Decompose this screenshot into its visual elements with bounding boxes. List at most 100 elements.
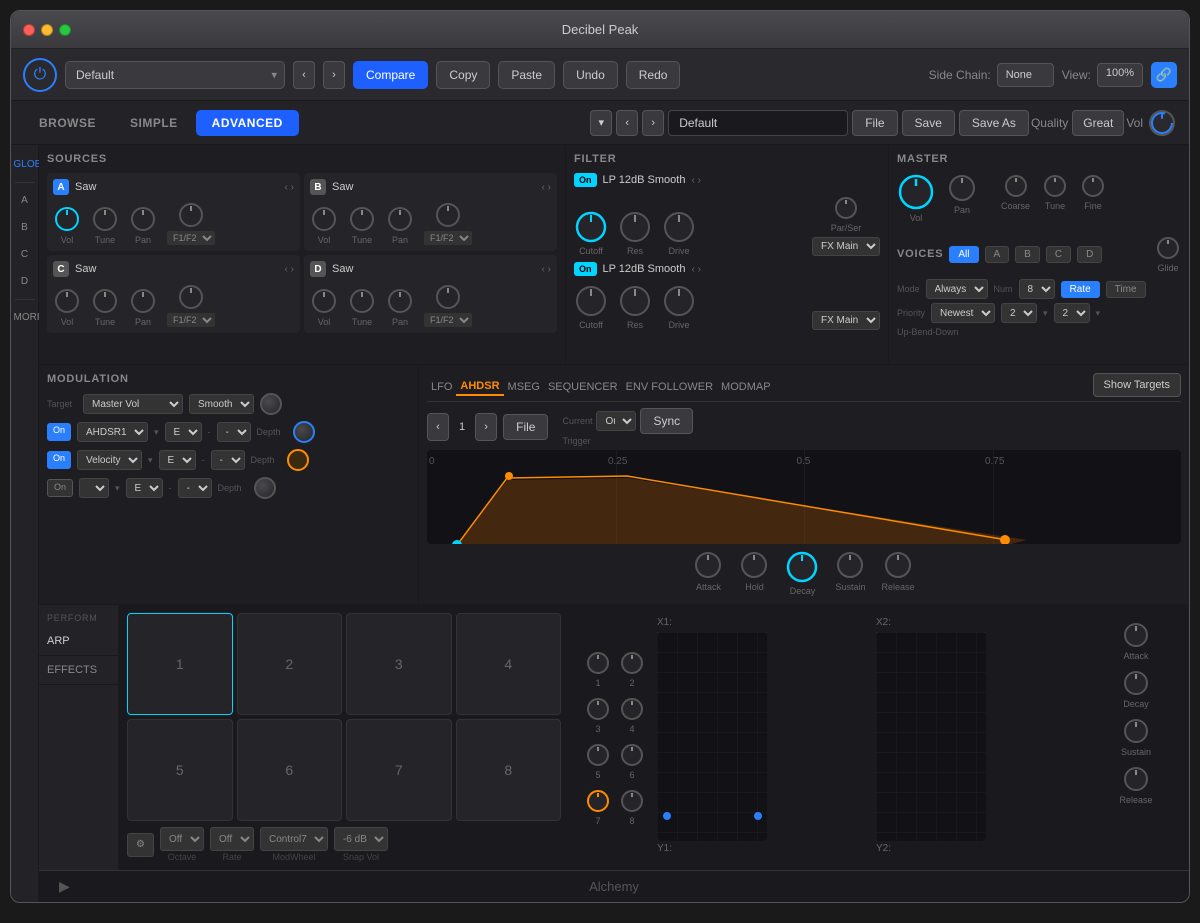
hold-knob[interactable] — [739, 550, 769, 580]
xy-pad-x1-pad[interactable] — [657, 632, 767, 841]
priority-select[interactable]: Newest — [931, 303, 995, 323]
filter2-drive-knob[interactable] — [662, 284, 696, 318]
mod1-depth-knob[interactable] — [293, 421, 315, 443]
filter1-nav[interactable]: ‹ › — [691, 175, 700, 186]
source-a-pan-knob[interactable] — [129, 205, 157, 233]
master-pan-knob[interactable] — [947, 173, 977, 203]
filter1-parser-knob[interactable] — [833, 195, 859, 221]
source-b-f1f2-knob[interactable] — [434, 201, 462, 229]
mod1-on-btn[interactable]: On — [47, 423, 71, 441]
mod2-on-btn[interactable]: On — [47, 451, 71, 469]
source-b-pan-knob[interactable] — [386, 205, 414, 233]
save-as-button[interactable]: Save As — [959, 110, 1029, 136]
source-a-tune-knob[interactable] — [91, 205, 119, 233]
mod2-extra-select[interactable]: - — [211, 450, 245, 470]
filter1-on-btn[interactable]: On — [574, 173, 597, 187]
mod3-extra-select[interactable]: - — [178, 478, 212, 498]
xy-sustain-knob[interactable] — [1122, 717, 1150, 745]
mseg-tab[interactable]: MSEG — [504, 379, 544, 395]
source-a-vol-knob[interactable] — [53, 205, 81, 233]
mod3-depth-knob[interactable] — [254, 477, 276, 499]
lfo-prev-btn[interactable]: ‹ — [427, 413, 449, 441]
source-b-tune-knob[interactable] — [348, 205, 376, 233]
sequencer-tab[interactable]: SEQUENCER — [544, 379, 622, 395]
ahdsr-tab[interactable]: AHDSR — [456, 378, 503, 396]
release-knob[interactable] — [883, 550, 913, 580]
mod3-mod-select[interactable]: E — [126, 478, 163, 498]
sync-btn[interactable]: Sync — [640, 408, 693, 434]
pad-3[interactable]: 3 — [346, 613, 452, 715]
mod3-source-select[interactable] — [79, 478, 109, 498]
voice-c-btn[interactable]: C — [1046, 246, 1071, 263]
sidechain-select[interactable]: None — [997, 63, 1054, 87]
source-d-f1f2-knob[interactable] — [434, 283, 462, 311]
filter2-fx-select[interactable]: FX Main — [812, 311, 880, 330]
source-c-f1f2-knob[interactable] — [177, 283, 205, 311]
octave-select[interactable]: Off — [160, 827, 204, 851]
smooth-select[interactable]: Smooth — [189, 394, 254, 414]
sidebar-a[interactable]: A — [12, 189, 38, 212]
xy-decay-knob[interactable] — [1122, 669, 1150, 697]
rate-select[interactable]: Off — [210, 827, 254, 851]
pad-4[interactable]: 4 — [456, 613, 562, 715]
undo-button[interactable]: Undo — [563, 61, 618, 89]
advanced-btn[interactable]: ADVANCED — [196, 110, 299, 136]
env-follower-tab[interactable]: ENV FOLLOWER — [622, 379, 717, 395]
modmap-tab[interactable]: MODMAP — [717, 379, 775, 395]
glide-knob[interactable] — [1155, 235, 1181, 261]
filter2-on-btn[interactable]: On — [574, 262, 597, 276]
sidebar-b[interactable]: B — [12, 216, 38, 239]
master-vol-knob[interactable] — [897, 173, 935, 211]
power-button[interactable]: ⏻ — [23, 58, 57, 92]
source-a-f1f2-select[interactable]: F1/F2 — [167, 231, 215, 245]
sustain-knob[interactable] — [835, 550, 865, 580]
xy-k8[interactable] — [619, 788, 645, 814]
pad-6[interactable]: 6 — [237, 719, 343, 821]
voice-all-btn[interactable]: All — [949, 246, 978, 263]
maximize-btn[interactable] — [59, 24, 71, 36]
source-d-vol-knob[interactable] — [310, 287, 338, 315]
link-button[interactable]: 🔗 — [1151, 62, 1177, 88]
num-select[interactable]: 8 — [1019, 279, 1055, 299]
save-button[interactable]: Save — [902, 110, 955, 136]
source-d-tune-knob[interactable] — [348, 287, 376, 315]
xy-k5[interactable] — [585, 742, 611, 768]
sidebar-d[interactable]: D — [12, 270, 38, 293]
source-a-f1f2-knob[interactable] — [177, 201, 205, 229]
lfo-next-btn[interactable]: › — [475, 413, 497, 441]
preset-next-button[interactable]: › — [323, 61, 345, 89]
pad-5[interactable]: 5 — [127, 719, 233, 821]
modwheel-select[interactable]: Control7 — [260, 827, 328, 851]
attack-knob[interactable] — [693, 550, 723, 580]
target-select[interactable]: Master Vol — [83, 394, 183, 414]
mod1-extra-select[interactable]: - — [217, 422, 251, 442]
preset-nav-next[interactable]: › — [642, 110, 664, 136]
filter2-res-knob[interactable] — [618, 284, 652, 318]
source-d-nav[interactable]: ‹ › — [542, 264, 551, 275]
xy-pad-x2-pad[interactable] — [876, 632, 986, 841]
xy-k4[interactable] — [619, 696, 645, 722]
mod1-source-select[interactable]: AHDSR1 — [77, 422, 148, 442]
filter2-cutoff-knob[interactable] — [574, 284, 608, 318]
mod2-mod-select[interactable]: E — [159, 450, 196, 470]
quality-button[interactable]: Great — [1072, 110, 1124, 136]
preset-prev-button[interactable]: ‹ — [293, 61, 315, 89]
source-b-nav[interactable]: ‹ › — [542, 182, 551, 193]
redo-button[interactable]: Redo — [626, 61, 681, 89]
xy-k1[interactable] — [585, 650, 611, 676]
source-d-pan-knob[interactable] — [386, 287, 414, 315]
file-button[interactable]: File — [852, 110, 897, 136]
on-select[interactable]: On — [596, 411, 636, 431]
master-tune-knob[interactable] — [1042, 173, 1068, 199]
preset-nav-dropdown[interactable]: ▾ — [590, 110, 612, 136]
perform-arp-item[interactable]: ARP — [39, 627, 118, 656]
source-c-f1f2-select[interactable]: F1/F2 — [167, 313, 215, 327]
source-c-vol-knob[interactable] — [53, 287, 81, 315]
poly2-select[interactable]: 2 — [1054, 303, 1090, 323]
mod1-mod-select[interactable]: E — [165, 422, 202, 442]
filter1-drive-knob[interactable] — [662, 210, 696, 244]
sidebar-c[interactable]: C — [12, 243, 38, 266]
lfo-tab[interactable]: LFO — [427, 379, 456, 395]
preset-dropdown[interactable]: Default — [65, 61, 285, 89]
mod2-depth-knob[interactable] — [287, 449, 309, 471]
